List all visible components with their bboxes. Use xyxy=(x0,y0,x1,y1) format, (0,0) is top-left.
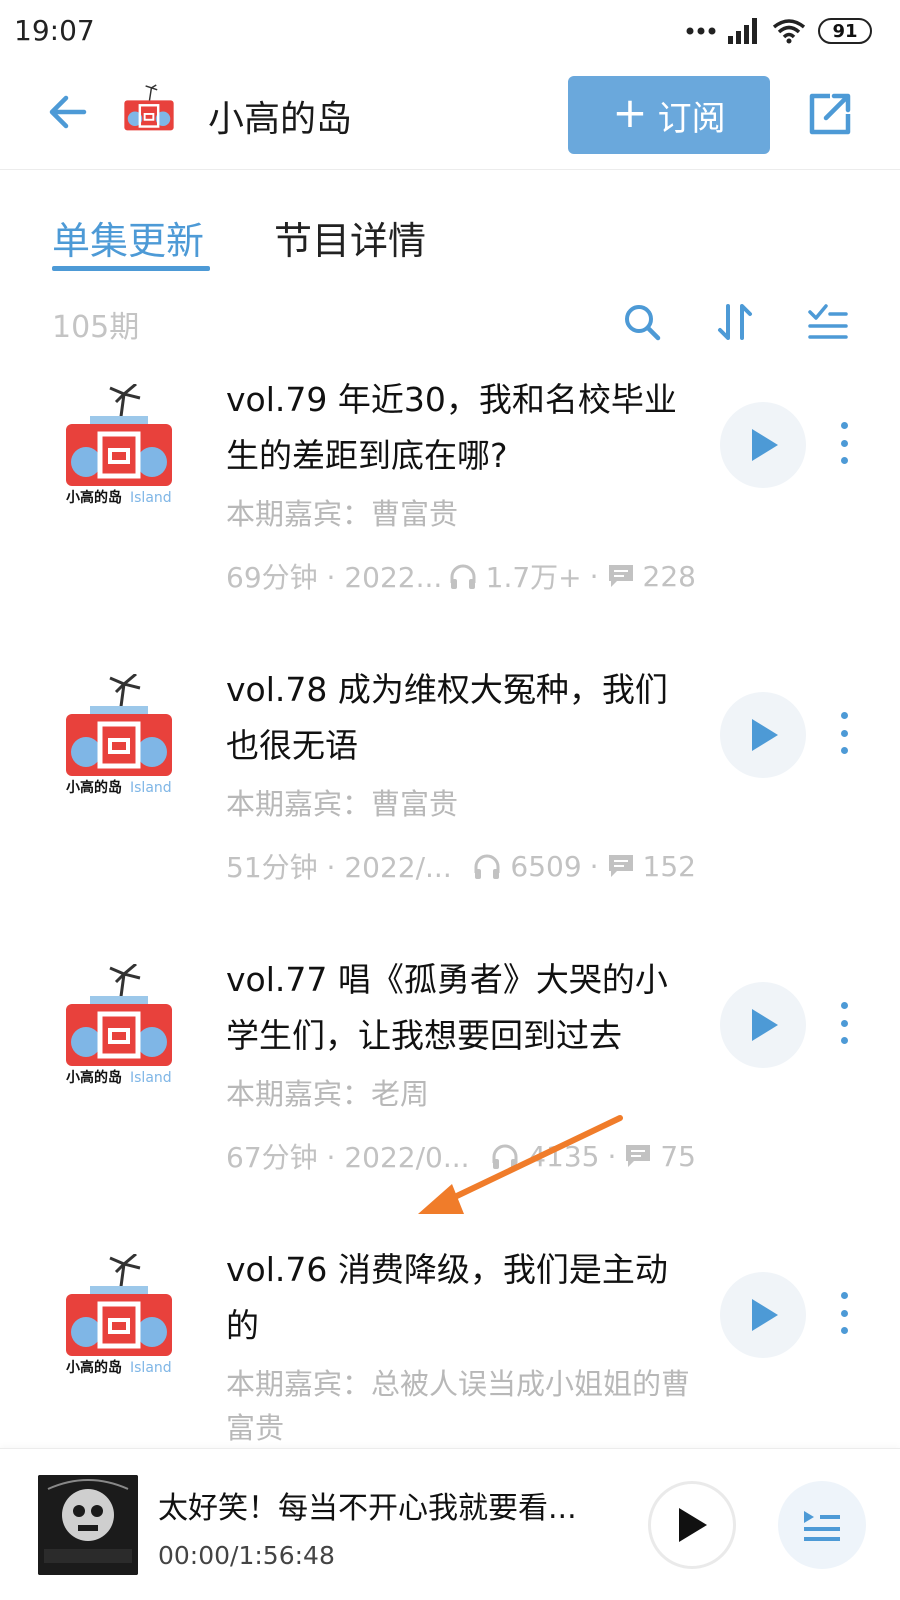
episode-guest: 本期嘉宾：总被人误当成小姐姐的曹富贵 xyxy=(226,1367,691,1445)
episode-meta: 67分钟 · 2022/0... 4135 · 75 xyxy=(226,1136,696,1176)
sort-icon xyxy=(718,304,752,340)
svg-text:小高的岛: 小高的岛 xyxy=(66,1359,122,1374)
podcast-title: 小高的岛 xyxy=(208,99,353,140)
episode-duration-date: 67分钟 · 2022/0... xyxy=(226,1141,470,1174)
status-bar: 19:07 91 xyxy=(0,0,900,64)
play-icon xyxy=(752,1009,778,1041)
episode-more-button[interactable] xyxy=(834,418,854,468)
episode-play-count: 4135 xyxy=(528,1139,600,1173)
search-icon xyxy=(625,305,661,341)
more-dots-icon xyxy=(686,27,716,35)
svg-text:Island: Island xyxy=(130,1070,172,1084)
episode-duration-date: 69分钟 · 2022... xyxy=(226,561,443,594)
play-icon xyxy=(752,719,778,751)
subscribe-button[interactable]: + 订阅 xyxy=(568,76,770,154)
episode-guest: 本期嘉宾：曹富贵 xyxy=(226,497,459,531)
episode-play-button[interactable] xyxy=(720,1272,806,1358)
episode-title: vol.78 成为维权大冤种，我们也很无语 xyxy=(226,670,668,765)
tab-program-details[interactable]: 节目详情 xyxy=(274,210,426,265)
episode-play-button[interactable] xyxy=(720,402,806,488)
now-playing-time: 00:00/1:56:48 xyxy=(158,1541,335,1570)
episode-item[interactable]: 小高的岛 Island vol.77 唱《孤勇者》大哭的小学生们，让我想要回到过… xyxy=(0,952,900,1242)
subscribe-label: 订阅 xyxy=(657,98,726,139)
episode-guest: 本期嘉宾：曹富贵 xyxy=(226,787,459,821)
episode-play-button[interactable] xyxy=(720,692,806,778)
episode-cover: 小高的岛 Island xyxy=(60,962,178,1086)
episode-item[interactable]: 小高的岛 Island vol.79 年近30，我和名校毕业生的差距到底在哪? … xyxy=(0,372,900,662)
episode-meta: 69分钟 · 2022... 1.7万+ · 228 xyxy=(226,556,696,596)
playlist-icon xyxy=(804,1511,840,1541)
active-tab-underline xyxy=(52,266,210,271)
comment-icon xyxy=(608,855,633,877)
episode-guest: 本期嘉宾：老周 xyxy=(226,1077,430,1111)
svg-text:Island: Island xyxy=(130,490,172,504)
play-icon xyxy=(752,429,778,461)
list-toolbar: 105期 xyxy=(0,294,900,354)
podcast-logo xyxy=(120,84,178,142)
episode-play-count: 1.7万+ xyxy=(485,561,582,594)
episode-more-button[interactable] xyxy=(834,998,854,1048)
tab-bar: 单集更新 节目详情 xyxy=(0,200,900,280)
play-icon xyxy=(679,1508,707,1542)
wifi-icon xyxy=(772,19,806,44)
svg-text:小高的岛: 小高的岛 xyxy=(66,489,122,504)
episode-comment-count: 75 xyxy=(660,1139,696,1173)
episode-more-button[interactable] xyxy=(834,708,854,758)
episode-title: vol.79 年近30，我和名校毕业生的差距到底在哪? xyxy=(226,380,677,475)
now-playing-title: 太好笑！每当不开心我就要看... xyxy=(158,1491,577,1526)
playlist-button[interactable] xyxy=(778,1481,866,1569)
comment-icon xyxy=(608,565,633,587)
episode-title: vol.77 唱《孤勇者》大哭的小学生们，让我想要回到过去 xyxy=(226,960,668,1055)
episode-comment-count: 228 xyxy=(642,559,696,593)
episode-list: 小高的岛 Island vol.79 年近30，我和名校毕业生的差距到底在哪? … xyxy=(0,372,900,1532)
svg-text:小高的岛: 小高的岛 xyxy=(66,779,122,794)
now-playing-cover xyxy=(38,1475,138,1575)
checklist-icon xyxy=(808,304,848,339)
svg-text:Island: Island xyxy=(130,780,172,794)
headphones-icon xyxy=(492,1144,518,1169)
episode-duration-date: 51分钟 · 2022/... xyxy=(226,851,452,884)
search-button[interactable] xyxy=(620,300,664,344)
batch-select-button[interactable] xyxy=(806,300,850,344)
episode-cover: 小高的岛 Island xyxy=(60,382,178,506)
app-header: 小高的岛 + 订阅 xyxy=(0,64,900,170)
mini-play-button[interactable] xyxy=(648,1481,736,1569)
episode-title: vol.76 消费降级，我们是主动的 xyxy=(226,1250,668,1345)
tab-episode-updates[interactable]: 单集更新 xyxy=(52,210,204,265)
sort-button[interactable] xyxy=(714,300,758,344)
plus-icon: + xyxy=(612,88,648,137)
share-button[interactable] xyxy=(804,88,856,140)
episode-play-count: 6509 xyxy=(510,849,582,883)
headphones-icon xyxy=(474,854,500,879)
episode-more-button[interactable] xyxy=(834,1288,854,1338)
battery-indicator: 91 xyxy=(818,18,872,44)
episode-cover: 小高的岛 Island xyxy=(60,672,178,796)
svg-text:Island: Island xyxy=(130,1360,172,1374)
play-icon xyxy=(752,1299,778,1331)
share-icon xyxy=(809,93,851,135)
episode-play-button[interactable] xyxy=(720,982,806,1068)
svg-text:小高的岛: 小高的岛 xyxy=(66,1069,122,1084)
episode-item[interactable]: 小高的岛 Island vol.78 成为维权大冤种，我们也很无语 本期嘉宾：曹… xyxy=(0,662,900,952)
status-time: 19:07 xyxy=(14,14,95,47)
episode-comment-count: 152 xyxy=(642,849,696,883)
back-button[interactable] xyxy=(44,86,96,138)
headphones-icon xyxy=(450,564,476,589)
episode-meta: 51分钟 · 2022/... 6509 · 152 xyxy=(226,846,696,886)
episode-cover: 小高的岛 Island xyxy=(60,1252,178,1376)
status-icons: 91 xyxy=(686,14,872,48)
mini-player[interactable]: 太好笑！每当不开心我就要看... 00:00/1:56:48 xyxy=(0,1448,900,1600)
signal-icon xyxy=(728,18,757,44)
back-arrow-icon xyxy=(49,95,87,129)
comment-icon xyxy=(626,1145,651,1167)
episode-count: 105期 xyxy=(52,310,140,345)
